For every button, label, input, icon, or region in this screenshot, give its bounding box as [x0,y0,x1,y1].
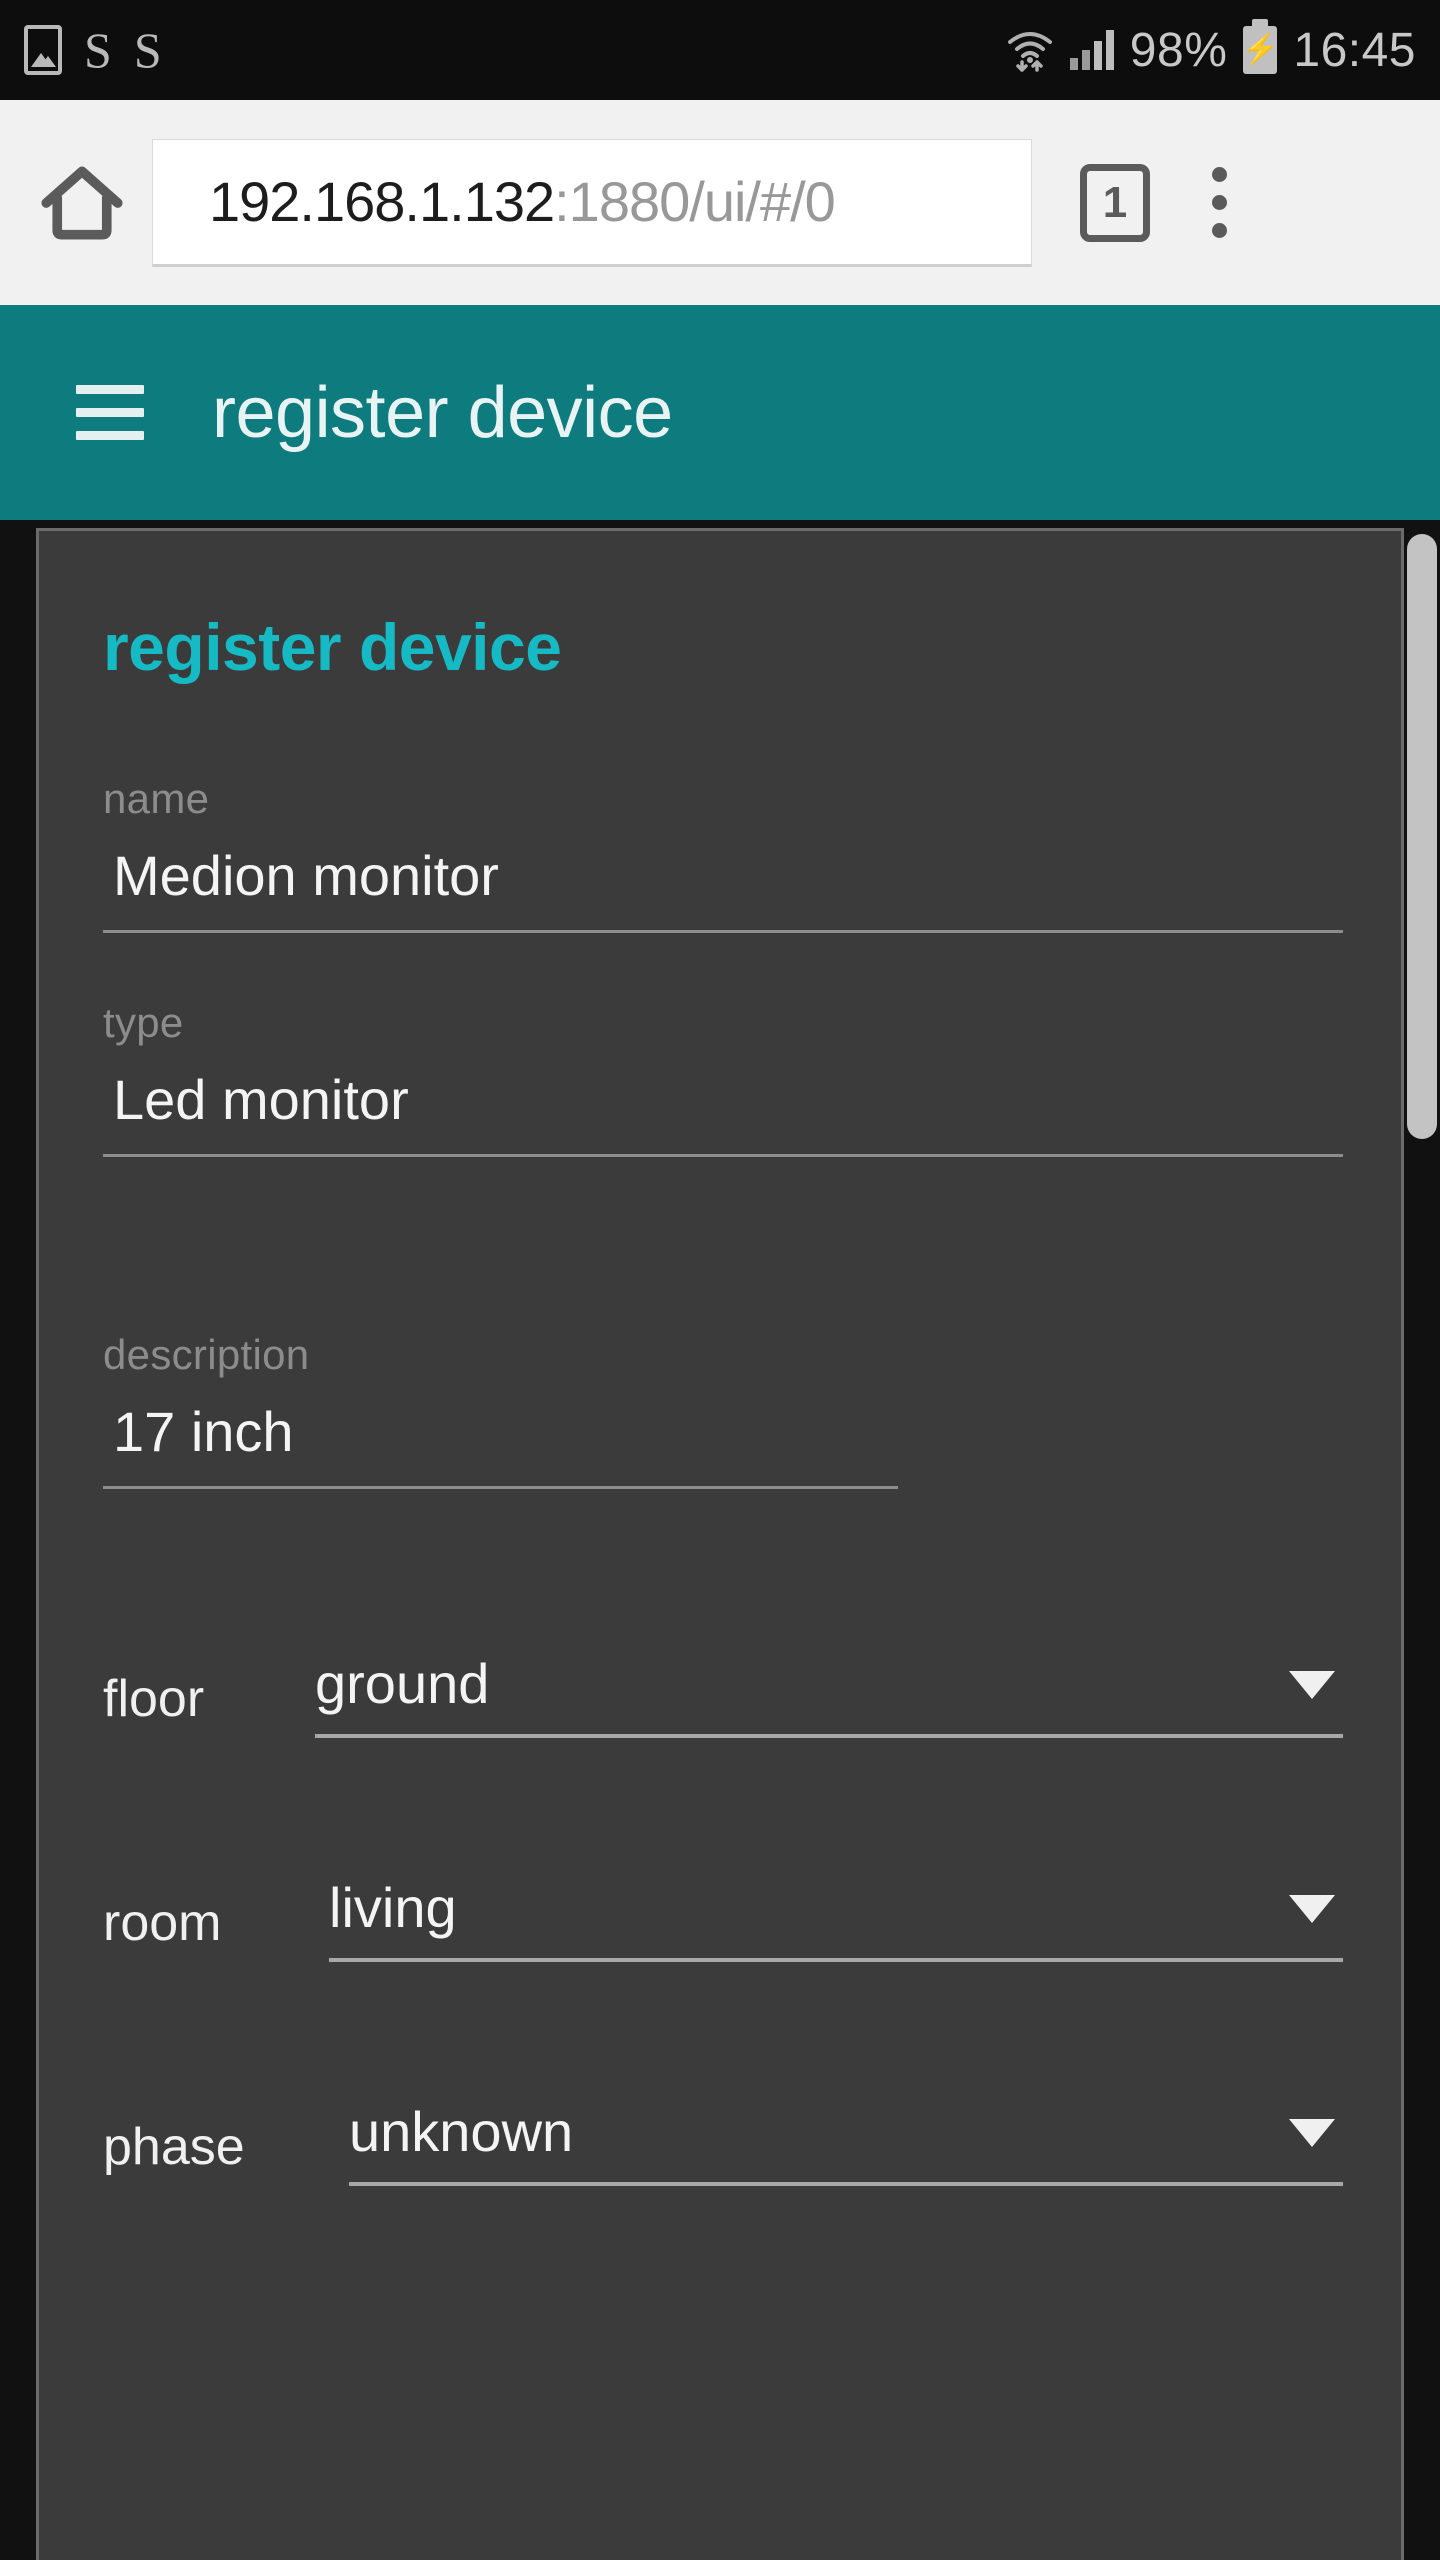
select-value-room: living [329,1876,457,1939]
select-control-phase[interactable]: unknown [349,2099,1343,2186]
field-underline-name [103,930,1343,933]
wifi-icon [1006,28,1054,72]
tab-count-label: 1 [1102,177,1128,227]
url-path: :1880/ui/#/0 [554,170,836,233]
app-bar: register device [0,305,1440,520]
home-icon[interactable] [34,155,130,251]
register-device-card: register device name Medion monitor type… [36,528,1404,2560]
page-title: register device [212,372,673,453]
field-underline-type [103,1154,1343,1157]
status-bar-notifications: S S [24,21,162,79]
chevron-down-icon[interactable] [1289,1671,1335,1699]
vertical-scrollbar[interactable] [1404,520,1440,2560]
cellular-signal-icon [1069,30,1114,70]
select-label-phase: phase [103,2118,245,2176]
battery-percent-label: 98% [1129,23,1228,77]
scrollbar-thumb[interactable] [1407,534,1437,1139]
dashboard-page: register device name Medion monitor type… [0,520,1440,2560]
select-phase[interactable]: phase unknown [103,2099,1343,2186]
select-label-room: room [103,1894,222,1952]
browser-toolbar: 192.168.1.132:1880/ui/#/0 1 [0,100,1440,305]
field-underline-description [103,1486,898,1489]
field-label-type: type [103,999,184,1046]
select-control-floor[interactable]: ground [315,1651,1343,1738]
url-bar[interactable]: 192.168.1.132:1880/ui/#/0 [152,138,1032,267]
url-host: 192.168.1.132 [209,170,555,233]
select-value-phase: unknown [349,2100,574,2163]
hamburger-menu-icon[interactable] [76,385,144,440]
photo-icon [24,25,62,75]
chevron-down-icon[interactable] [1289,2119,1335,2147]
field-label-description: description [103,1331,310,1378]
chevron-down-icon[interactable] [1289,1895,1335,1923]
select-label-floor: floor [103,1670,205,1728]
field-name: name Medion monitor [103,775,1343,933]
field-value-name[interactable]: Medion monitor [103,843,1343,908]
select-underline-phase [349,2182,1343,2186]
s-letter-icon-2: S [133,22,162,78]
s-letter-icon: S [84,22,112,78]
status-bar-system: 98% ⚡ 16:45 [1006,23,1416,78]
field-description: description 17 inch [103,1331,923,1489]
select-floor[interactable]: floor ground [103,1651,1343,1738]
card-title: register device [103,610,562,684]
status-bar: S S 98% ⚡ 16:45 [0,0,1440,100]
battery-charging-icon: ⚡ [1242,26,1279,74]
clock-label: 16:45 [1293,23,1416,77]
select-room[interactable]: room living [103,1875,1343,1962]
more-vertical-icon[interactable] [1212,167,1227,238]
select-underline-floor [315,1734,1343,1738]
field-value-description[interactable]: 17 inch [103,1399,923,1464]
field-value-type[interactable]: Led monitor [103,1067,1343,1132]
select-value-floor: ground [315,1652,490,1715]
tab-count-button[interactable]: 1 [1080,163,1150,242]
field-label-name: name [103,775,210,822]
field-type: type Led monitor [103,999,1343,1157]
select-underline-room [329,1958,1343,1962]
select-control-room[interactable]: living [329,1875,1343,1962]
